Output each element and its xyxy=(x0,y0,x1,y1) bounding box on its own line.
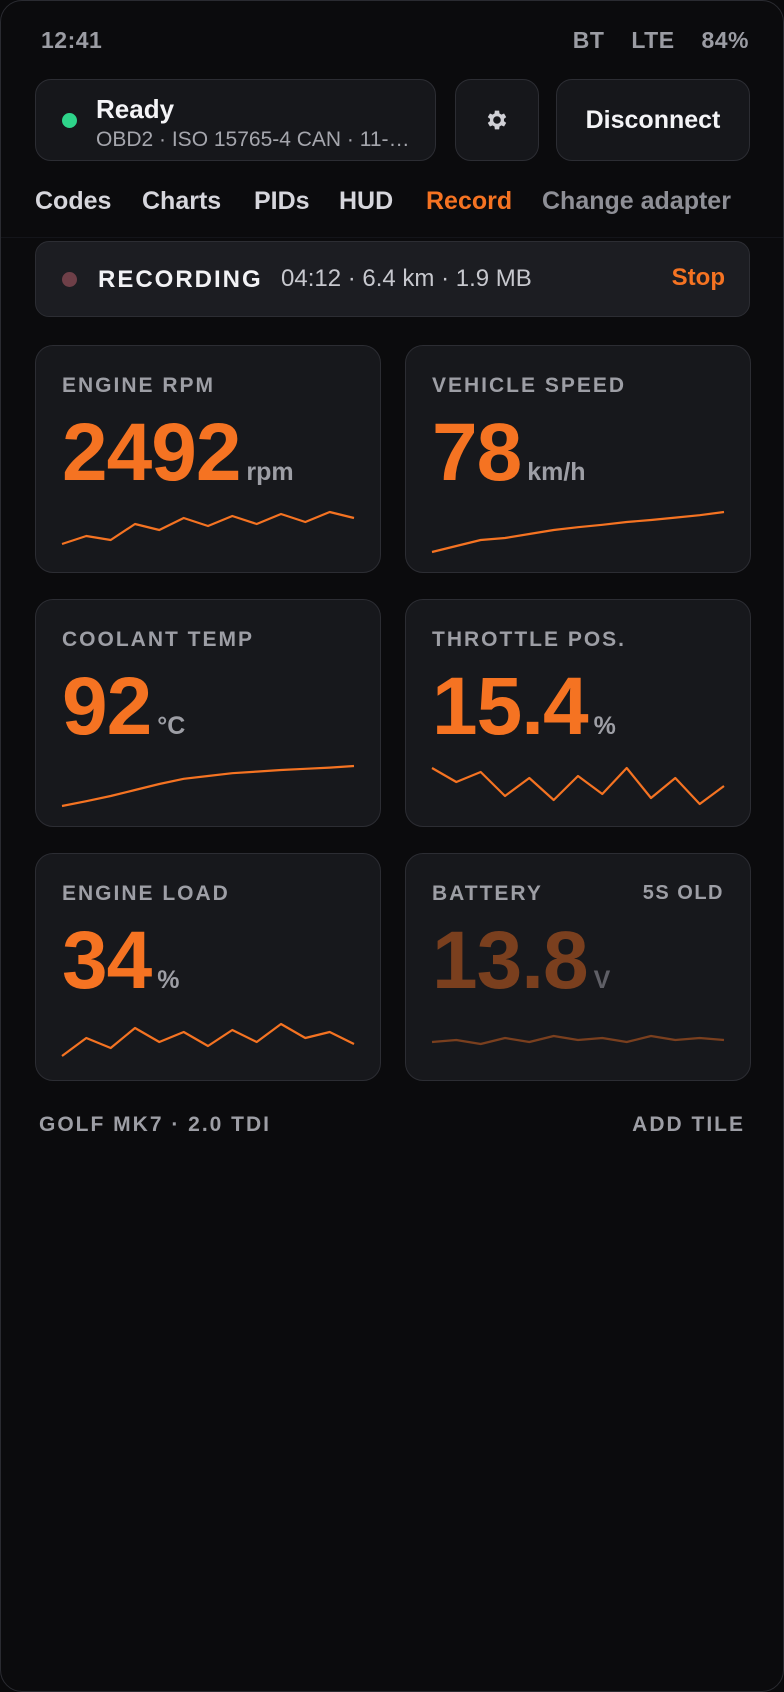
tile-label: COOLANT TEMP xyxy=(62,628,254,651)
tile-value: 34 xyxy=(62,915,152,1006)
tile-label: BATTERY xyxy=(432,882,543,905)
tile-label: VEHICLE SPEED xyxy=(432,374,627,397)
sparkline-path xyxy=(431,1034,725,1046)
tile-battery[interactable]: BATTERY 5S OLD 13.8 V xyxy=(405,853,751,1081)
tile-value: 2492 xyxy=(62,407,241,498)
stale-badge: 5S OLD xyxy=(642,882,724,904)
tile-engine-load[interactable]: ENGINE LOAD 34 % xyxy=(35,853,381,1081)
tile-label: ENGINE LOAD xyxy=(62,882,230,905)
vehicle-name: GOLF MK7 · 2.0 TDI xyxy=(39,1113,272,1136)
tile-reading: 2492 rpm xyxy=(62,412,294,494)
tile-unit: % xyxy=(157,966,180,994)
tab-change-adapter[interactable]: Change adapter xyxy=(542,187,731,216)
tile-label: THROTTLE POS. xyxy=(432,628,626,651)
tile-reading: 34 % xyxy=(62,920,179,1002)
sparkline xyxy=(61,1022,355,1057)
status-time: 12:41 xyxy=(41,26,103,53)
sparkline xyxy=(431,510,725,554)
tile-engine-rpm[interactable]: ENGINE RPM 2492 rpm xyxy=(35,345,381,573)
sparkline-path xyxy=(61,1022,355,1057)
tab-pids[interactable]: PIDs xyxy=(254,187,310,216)
tile-coolant-temp[interactable]: COOLANT TEMP 92 °C xyxy=(35,599,381,827)
tile-unit: °C xyxy=(157,712,186,740)
tile-value: 92 xyxy=(62,661,152,752)
recording-dot xyxy=(62,272,77,287)
tile-reading: 13.8 V xyxy=(432,920,610,1002)
tab-record[interactable]: Record xyxy=(426,187,512,216)
app-frame: 12:41 BT LTE 84% Ready OBD2 · ISO 15765-… xyxy=(0,0,784,1692)
connection-status-dot xyxy=(62,113,77,128)
connection-details: OBD2 · ISO 15765-4 CAN · 11-bit 500 kbau… xyxy=(96,128,416,151)
tile-reading: 15.4 % xyxy=(432,666,616,748)
add-tile-button[interactable]: ADD TILE xyxy=(632,1113,745,1137)
disconnect-button[interactable]: Disconnect xyxy=(556,79,750,161)
tab-codes[interactable]: Codes xyxy=(35,187,111,216)
tab-bar: Codes Charts PIDs HUD Record Change adap… xyxy=(1,181,783,238)
sparkline xyxy=(431,1034,725,1046)
connection-status-card[interactable]: Ready OBD2 · ISO 15765-4 CAN · 11-bit 50… xyxy=(35,79,436,161)
tile-value: 78 xyxy=(432,407,522,498)
tab-charts[interactable]: Charts xyxy=(142,187,221,216)
status-bar: 12:41 BT LTE 84% xyxy=(41,25,749,55)
sparkline-path xyxy=(431,510,725,554)
tile-unit: % xyxy=(593,712,616,740)
sparkline xyxy=(61,510,355,546)
tile-vehicle-speed[interactable]: VEHICLE SPEED 78 km/h xyxy=(405,345,751,573)
tile-unit: km/h xyxy=(527,458,586,486)
settings-button[interactable] xyxy=(455,79,539,161)
tile-throttle-position[interactable]: THROTTLE POS. 15.4 % xyxy=(405,599,751,827)
connection-state: Ready xyxy=(96,94,175,124)
sparkline-path xyxy=(431,766,725,806)
tile-unit: rpm xyxy=(246,458,294,486)
stop-recording-button[interactable]: Stop xyxy=(672,264,725,292)
tile-reading: 78 km/h xyxy=(432,412,586,494)
sparkline xyxy=(431,766,725,806)
recording-bar: RECORDING 04:12 · 6.4 km · 1.9 MB Stop xyxy=(35,241,750,317)
battery-indicator: 84% xyxy=(701,26,749,53)
tile-label: ENGINE RPM xyxy=(62,374,216,397)
recording-label: RECORDING xyxy=(98,266,263,293)
sparkline-path xyxy=(61,510,355,546)
sparkline xyxy=(61,764,355,808)
bluetooth-indicator: BT xyxy=(572,26,605,53)
status-indicators: BT LTE 84% xyxy=(553,27,749,54)
gear-icon xyxy=(487,110,507,130)
tab-hud[interactable]: HUD xyxy=(339,187,393,216)
tile-value: 13.8 xyxy=(432,915,589,1006)
sparkline-path xyxy=(61,764,355,808)
tile-reading: 92 °C xyxy=(62,666,185,748)
recording-stats: 04:12 · 6.4 km · 1.9 MB xyxy=(281,265,532,292)
tile-unit: V xyxy=(593,966,611,994)
tile-value: 15.4 xyxy=(432,661,589,752)
network-indicator: LTE xyxy=(631,26,675,53)
